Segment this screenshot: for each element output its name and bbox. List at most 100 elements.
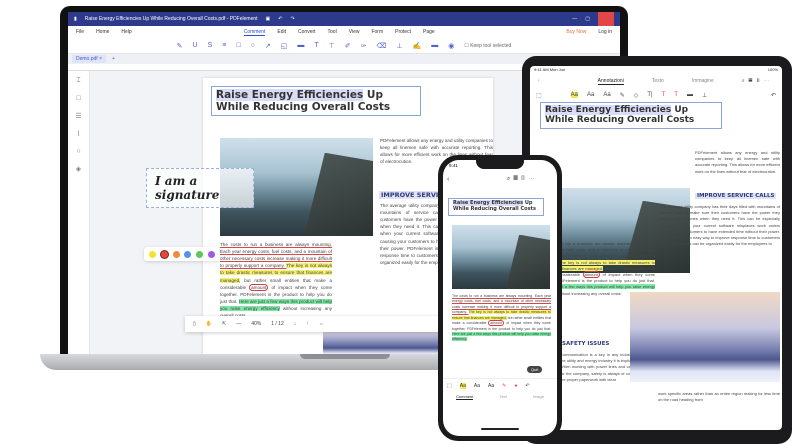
- tablet-actions[interactable]: ⌕▦▯⋯: [742, 78, 773, 84]
- color-orange[interactable]: [172, 250, 180, 258]
- tab-view[interactable]: View: [349, 29, 360, 35]
- back-icon[interactable]: ‹: [447, 176, 449, 183]
- tab-comment[interactable]: Comment: [243, 29, 266, 36]
- menu-file[interactable]: File: [76, 29, 84, 35]
- tab-form[interactable]: Form: [371, 29, 383, 35]
- document-title[interactable]: Raise Energy Efficiencies Up While Reduc…: [211, 86, 421, 117]
- tab-tool[interactable]: Tool: [328, 29, 337, 35]
- tab-convert[interactable]: Convert: [298, 29, 316, 35]
- attachment-icon[interactable]: ⌇: [77, 130, 80, 138]
- phone-document-title[interactable]: Raise Energy Efficiencies Up While Reduc…: [448, 198, 544, 216]
- rectangle-icon[interactable]: □: [236, 42, 240, 49]
- strike-tool[interactable]: Aa: [488, 383, 494, 389]
- pen-icon[interactable]: ✎: [620, 92, 625, 99]
- close-button[interactable]: [598, 12, 614, 26]
- tab-image[interactable]: Image: [533, 394, 544, 400]
- new-tab-button[interactable]: +: [112, 56, 115, 62]
- callout-tool[interactable]: T: [674, 92, 678, 98]
- page-indicator[interactable]: 1 / 12: [271, 321, 284, 327]
- search-icon[interactable]: ○: [76, 148, 80, 155]
- color-icon[interactable]: ●: [514, 383, 517, 389]
- list-icon[interactable]: ≡: [222, 42, 226, 49]
- redo-icon[interactable]: ↷: [290, 16, 294, 22]
- hide-icon[interactable]: ▬: [431, 42, 438, 49]
- tab-comment[interactable]: Comment: [456, 394, 474, 400]
- eye-icon[interactable]: ◉: [448, 42, 454, 50]
- textbox-tool[interactable]: T: [662, 92, 666, 98]
- phone-actions[interactable]: ⌕▦▯⋯: [507, 176, 538, 183]
- stamp-icon[interactable]: ⊥: [396, 42, 402, 50]
- doc-tab[interactable]: Demo.pdf ×: [72, 55, 106, 63]
- text-icon[interactable]: T: [314, 42, 318, 49]
- buy-now-button[interactable]: Buy Now: [566, 29, 586, 35]
- menu-help[interactable]: Help: [121, 29, 131, 35]
- prev-page-icon[interactable]: ↑: [306, 321, 309, 327]
- tab-protect[interactable]: Protect: [395, 29, 411, 35]
- next-page-icon[interactable]: ↓: [294, 321, 297, 327]
- undo-icon[interactable]: ↶: [771, 92, 776, 99]
- strikethrough-icon[interactable]: S: [208, 42, 213, 49]
- tab-annotazioni[interactable]: Annotazioni: [597, 78, 624, 85]
- textbox-icon[interactable]: ⊤: [329, 42, 335, 50]
- arrow-icon[interactable]: ↗: [265, 42, 271, 50]
- zoom-level[interactable]: 40%: [251, 321, 261, 327]
- menu-bar: File Home Help Comment Edit Convert Tool…: [68, 26, 620, 38]
- maximize-button[interactable]: ▢: [585, 16, 590, 22]
- tab-page[interactable]: Page: [423, 29, 435, 35]
- color-blue[interactable]: [184, 250, 192, 258]
- keep-tool-checkbox[interactable]: ☐ Keep tool selected: [464, 43, 511, 49]
- back-icon[interactable]: ‹: [538, 78, 540, 84]
- zoom-out-button[interactable]: —: [236, 321, 241, 327]
- highlight-icon[interactable]: ✎: [177, 42, 183, 50]
- minimize-button[interactable]: —: [572, 16, 577, 22]
- underline-tool[interactable]: Aa: [587, 92, 594, 98]
- window-title: Raise Energy Efficiencies Up While Reduc…: [84, 16, 258, 22]
- select-icon[interactable]: ⬚: [536, 92, 542, 99]
- thumbnail-icon[interactable]: □: [76, 95, 80, 102]
- layers-icon[interactable]: ◈: [76, 165, 81, 173]
- shape-icon[interactable]: ◱: [281, 42, 288, 50]
- tablet-document-title[interactable]: Raise Energy Efficiencies Up While Reduc…: [540, 102, 722, 129]
- stamp-icon[interactable]: ⊥: [702, 92, 707, 99]
- color-red[interactable]: [160, 250, 168, 258]
- note-icon[interactable]: ▬: [297, 42, 304, 49]
- signature-icon[interactable]: ✍: [412, 42, 421, 50]
- note-icon[interactable]: ▬: [687, 92, 693, 98]
- tab-text[interactable]: Text: [499, 394, 506, 400]
- signature-annotation[interactable]: I am a signature: [146, 168, 254, 208]
- eraser-icon[interactable]: ◇: [634, 92, 639, 99]
- outline-icon[interactable]: ☰: [75, 112, 81, 120]
- underline-icon[interactable]: U: [193, 42, 198, 49]
- costs-text-4: without increasing any overall costs.: [556, 290, 622, 296]
- title-highlight: Raise Energy Efficiencies: [545, 105, 672, 115]
- tab-testo[interactable]: Testo: [652, 78, 664, 84]
- eraser-icon[interactable]: ⌫: [376, 42, 386, 50]
- marker-icon[interactable]: ✑: [361, 42, 367, 50]
- underline-tool[interactable]: Aa: [474, 383, 480, 389]
- hand-icon[interactable]: ✋: [206, 321, 212, 327]
- undo-icon[interactable]: ↶: [525, 383, 529, 389]
- fit-width-icon[interactable]: ⇔: [319, 321, 324, 327]
- bookmark-icon[interactable]: ⌶: [76, 77, 80, 85]
- tab-immagine[interactable]: Immagine: [692, 78, 714, 84]
- menu-home[interactable]: Home: [96, 29, 109, 35]
- text-tool[interactable]: T|: [647, 92, 652, 98]
- save-icon[interactable]: ▣: [266, 16, 271, 22]
- pen-icon[interactable]: ✐: [345, 42, 351, 50]
- laptop-notch: [300, 354, 390, 359]
- pen-icon[interactable]: ✎: [502, 383, 506, 389]
- fit-page-icon[interactable]: ▯: [193, 321, 196, 327]
- login-button[interactable]: Log in: [598, 29, 612, 35]
- color-yellow[interactable]: [149, 250, 157, 258]
- strike-tool[interactable]: Aa: [603, 92, 610, 98]
- quit-chip[interactable]: Quit: [527, 366, 543, 373]
- highlight-tool[interactable]: Aa: [459, 382, 466, 389]
- color-green[interactable]: [195, 250, 203, 258]
- color-purple[interactable]: [207, 250, 215, 258]
- select-icon[interactable]: ⬚: [447, 383, 452, 389]
- highlight-tool[interactable]: Aa: [570, 92, 579, 98]
- select-icon[interactable]: ⇱: [222, 321, 226, 327]
- circle-icon[interactable]: ○: [251, 42, 255, 49]
- tab-edit[interactable]: Edit: [277, 29, 286, 35]
- undo-icon[interactable]: ↶: [278, 16, 282, 22]
